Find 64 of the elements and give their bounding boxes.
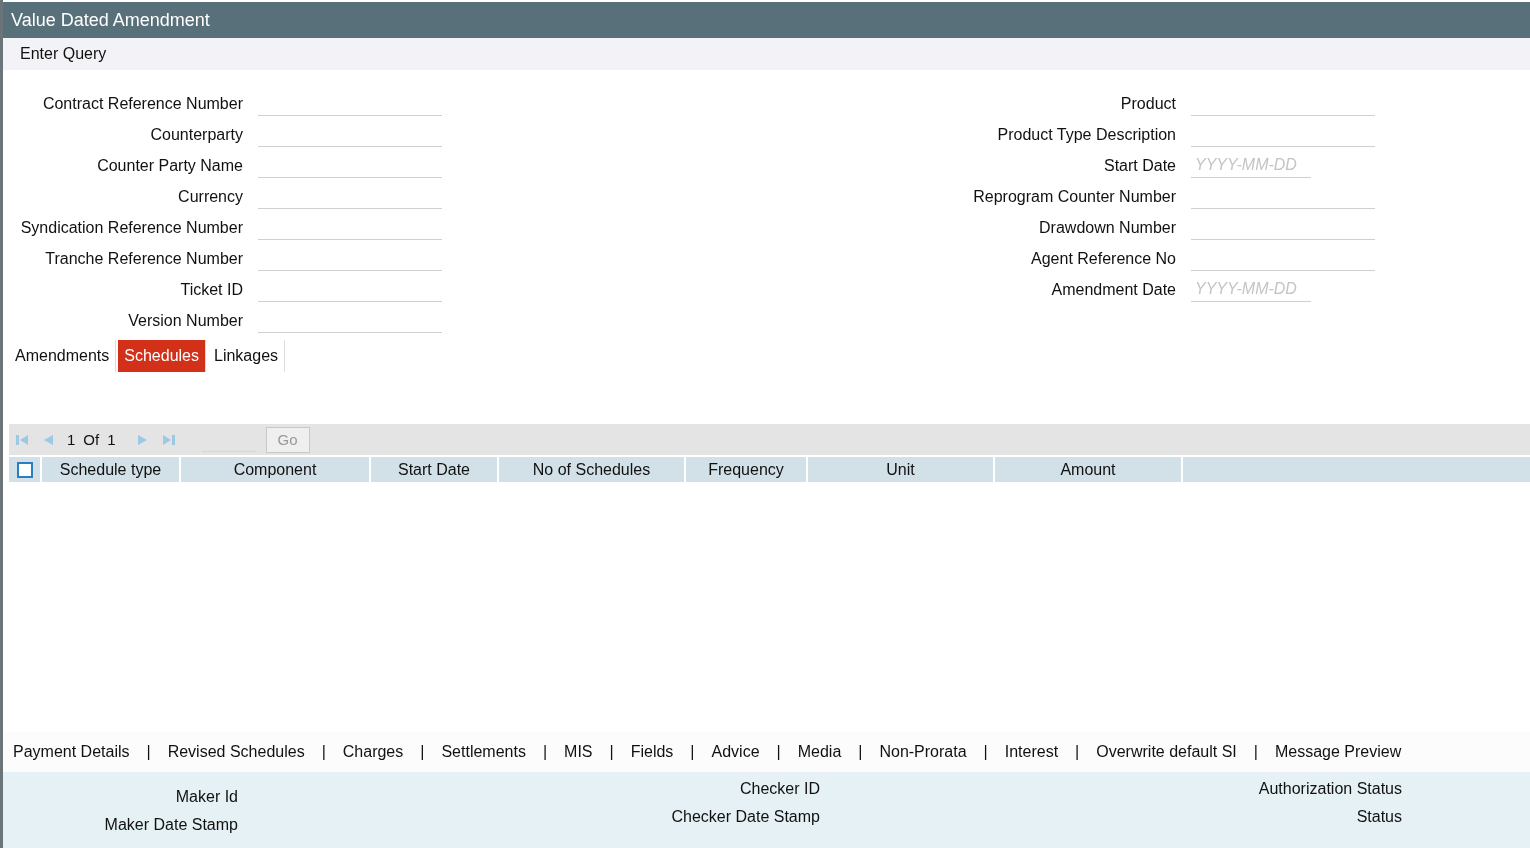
link-separator: |: [776, 743, 781, 761]
column-header: No of Schedules: [499, 457, 686, 482]
field-label: Contract Reference Number: [41, 94, 244, 113]
field-label: Start Date: [1102, 156, 1177, 175]
first-page-icon[interactable]: [15, 432, 29, 447]
date-field[interactable]: YYYY-MM-DD: [1191, 153, 1311, 178]
footer-link[interactable]: Message Preview: [1274, 743, 1402, 761]
column-header: Amount: [995, 457, 1183, 482]
footer-link[interactable]: Non-Prorata: [879, 743, 967, 761]
last-page-icon[interactable]: [161, 432, 176, 447]
column-header: Frequency: [686, 457, 808, 482]
footer-link[interactable]: Advice: [711, 743, 760, 761]
field-label: Counter Party Name: [96, 156, 244, 175]
audit-label: Maker Date Stamp: [104, 816, 238, 834]
tab[interactable]: Amendments: [9, 340, 117, 372]
footer-link[interactable]: Fields: [630, 743, 674, 761]
page-total: 1: [107, 431, 116, 448]
footer-link[interactable]: Media: [797, 743, 842, 761]
field-label: Drawdown Number: [1038, 218, 1177, 237]
footer-link[interactable]: Settlements: [441, 743, 526, 761]
date-field[interactable]: YYYY-MM-DD: [1191, 277, 1311, 302]
link-separator: |: [146, 743, 151, 761]
audit-label: Status: [1356, 808, 1402, 826]
link-separator: |: [1075, 743, 1080, 761]
field-label: Tranche Reference Number: [44, 249, 244, 268]
tab[interactable]: Linkages: [208, 340, 286, 372]
window-title: Value Dated Amendment: [3, 2, 1530, 38]
field-label: Currency: [177, 187, 244, 206]
page-number: 1: [67, 431, 76, 448]
field-label: Ticket ID: [179, 280, 244, 299]
field-label: Agent Reference No: [1030, 249, 1177, 268]
link-separator: |: [542, 743, 548, 761]
audit-label: Checker Date Stamp: [671, 808, 820, 826]
link-separator: |: [1253, 743, 1258, 761]
link-separator: |: [321, 743, 326, 761]
field-label: Product: [1119, 94, 1177, 113]
column-header: Schedule type: [42, 457, 181, 482]
page-of-label: Of: [83, 431, 100, 448]
footer-link[interactable]: Overwrite default SI: [1096, 743, 1237, 761]
footer-link[interactable]: Charges: [342, 743, 404, 761]
audit-label: Authorization Status: [1258, 780, 1402, 798]
field-label: Reprogram Counter Number: [972, 187, 1177, 206]
link-separator: |: [983, 743, 988, 761]
audit-label: Checker ID: [739, 780, 820, 798]
footer-link[interactable]: Interest: [1004, 743, 1059, 761]
field-label: Syndication Reference Number: [19, 218, 244, 237]
link-separator: |: [858, 743, 863, 761]
footer-link[interactable]: Payment Details: [13, 743, 130, 761]
link-separator: |: [609, 743, 614, 761]
column-header: Unit: [808, 457, 995, 482]
audit-label: Maker Id: [175, 788, 238, 806]
column-header: Component: [181, 457, 371, 482]
field-label: Counterparty: [149, 125, 244, 144]
tab[interactable]: Schedules: [118, 340, 206, 372]
field-label: Product Type Description: [996, 125, 1177, 144]
footer-link[interactable]: MIS: [564, 743, 593, 761]
footer-link[interactable]: Revised Schedules: [167, 743, 305, 761]
select-all-checkbox[interactable]: [16, 461, 33, 478]
column-header: Start Date: [371, 457, 499, 482]
enter-query-button[interactable]: Enter Query: [20, 45, 107, 63]
link-separator: |: [420, 743, 425, 761]
field-label: Amendment Date: [1050, 280, 1177, 299]
link-separator: |: [690, 743, 695, 761]
field-label: Version Number: [127, 311, 244, 330]
